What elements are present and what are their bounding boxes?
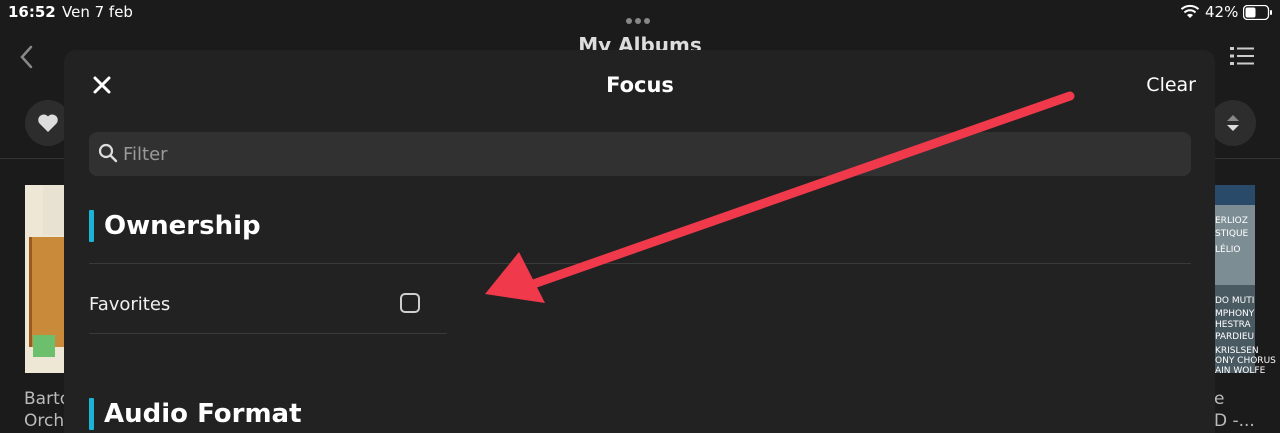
sort-button[interactable] [1210, 100, 1256, 146]
favorites-checkbox[interactable] [400, 293, 420, 313]
album-cover-text: ERLIOZ [1215, 216, 1248, 226]
back-chevron-icon[interactable] [18, 44, 36, 70]
status-time: 16:52 [8, 3, 56, 21]
battery-icon [1243, 5, 1272, 20]
album-right-title[interactable]: e D -... [1214, 388, 1255, 432]
filter-input[interactable] [123, 141, 1123, 167]
album-cover-text: LÉLIO [1215, 245, 1241, 255]
list-view-icon[interactable] [1230, 46, 1254, 66]
album-cover-right[interactable] [1213, 185, 1255, 373]
item-divider [89, 333, 447, 334]
section-divider [89, 263, 1191, 264]
section-accent-bar [89, 210, 94, 242]
modal-title: Focus [606, 73, 674, 97]
wifi-icon [1180, 4, 1200, 18]
sort-arrows-icon [1227, 115, 1239, 131]
close-icon[interactable] [92, 75, 112, 95]
status-bar: 16:52 Ven 7 feb 42% [0, 0, 1280, 26]
status-date: Ven 7 feb [62, 3, 133, 21]
album-cover-text: AIN WOLFE [1215, 366, 1266, 376]
album-cover-text: STIQUE [1215, 229, 1249, 239]
album-cover-left[interactable] [25, 185, 65, 373]
section-accent-bar [89, 398, 94, 430]
filter-field[interactable] [89, 132, 1191, 176]
battery-percentage: 42% [1205, 3, 1239, 21]
album-cover-text: ONY CHORUS [1215, 356, 1276, 366]
section-title-audio-format: Audio Format [104, 399, 302, 429]
multitasking-dots-icon[interactable] [626, 9, 656, 24]
album-cover-text: HESTRA [1215, 320, 1251, 330]
focus-modal [64, 50, 1215, 433]
album-cover-text: KRISLSEN [1215, 346, 1259, 356]
clear-button[interactable]: Clear [1136, 74, 1196, 96]
search-icon [98, 143, 118, 163]
section-title-ownership: Ownership [104, 211, 261, 241]
favorites-label[interactable]: Favorites [89, 294, 170, 315]
album-cover-text: MPHONY [1215, 309, 1255, 319]
heart-icon [38, 114, 58, 132]
album-cover-text: DO MUTI [1215, 296, 1255, 306]
album-cover-text: PARDIEU [1215, 332, 1255, 342]
